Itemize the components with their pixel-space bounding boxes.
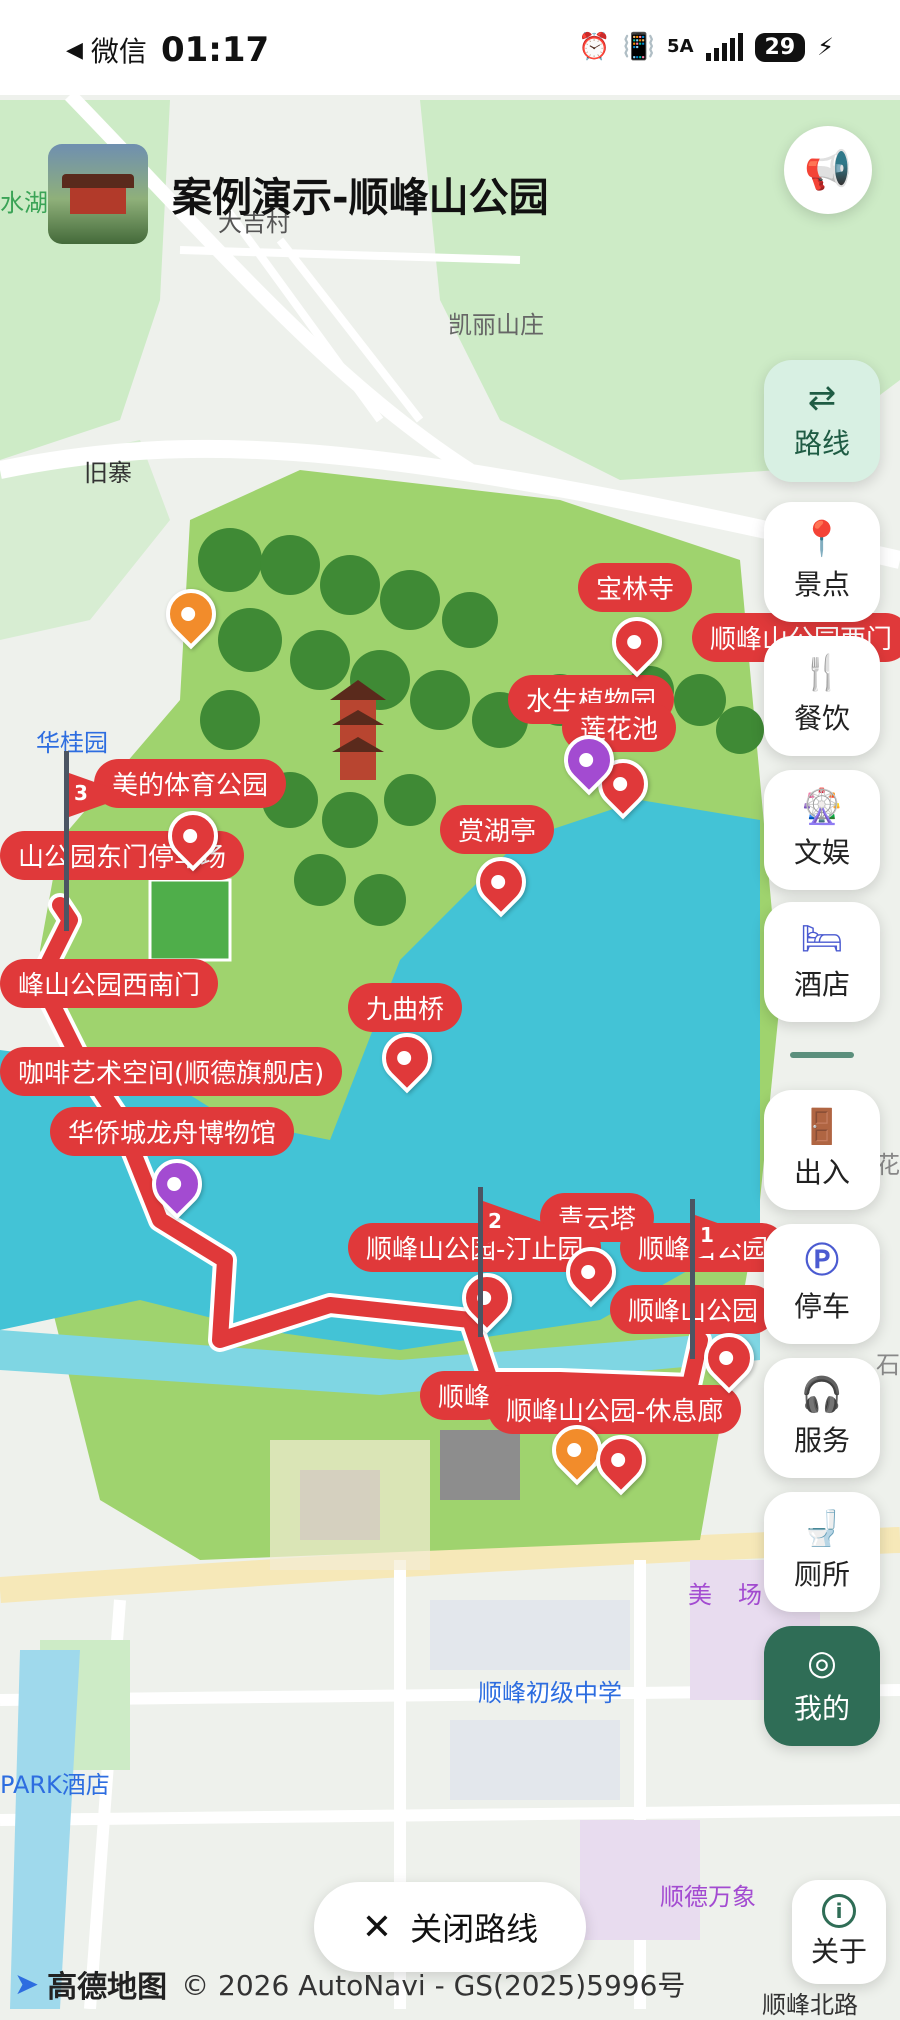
close-icon: ✕: [361, 1906, 393, 1948]
network-type: 5A: [667, 36, 694, 57]
status-bar: ◀ 微信 01:17 ⏰ 📳 5A 29 ⚡: [0, 0, 900, 95]
locate-me-icon: ◎: [807, 1643, 837, 1683]
map-attribution: ➤ 高德地图 © 2026 AutoNavi - GS(2025)5996号: [14, 1962, 685, 2006]
headset-icon: 🎧: [800, 1375, 844, 1415]
amap-arrow-icon: ➤: [14, 1966, 40, 2002]
header: 案例演示-顺峰山公园: [48, 144, 549, 244]
nav-service-label: 服务: [793, 1424, 850, 1457]
poi-label-dragonboat[interactable]: 华侨城龙舟博物馆: [50, 1107, 295, 1156]
page-title: 案例演示-顺峰山公园: [172, 175, 549, 221]
copyright-text: © 2026 AutoNavi - GS(2025)5996号: [181, 1969, 686, 2002]
back-arrow-icon[interactable]: ◀: [66, 38, 83, 63]
park-thumbnail[interactable]: [48, 144, 148, 244]
info-icon: i: [822, 1894, 856, 1928]
amap-brand-text: 高德地图: [47, 1970, 168, 2005]
poi-label-tingzhi[interactable]: 顺峰山公园-汀止园: [348, 1223, 602, 1272]
map-label-road: 顺峰北路: [762, 1991, 858, 2019]
location-pin-icon: 📍: [800, 519, 844, 559]
charging-icon: ⚡: [817, 33, 834, 61]
map-label-hotel: PARK酒店: [0, 1771, 110, 1799]
bed-icon: 🛏: [800, 919, 844, 959]
nav-route-button[interactable]: ⇄ 路线: [764, 360, 880, 482]
poi-label-cafe[interactable]: 咖啡艺术空间(顺德旗舰店): [0, 1047, 343, 1096]
nav-mine-button[interactable]: ◎ 我的: [764, 1626, 880, 1746]
map-label-shui-hu: 水湖: [0, 189, 48, 217]
route-flag-2-number: 2: [488, 1209, 502, 1233]
nav-hotel-label: 酒店: [793, 968, 850, 1001]
nav-hotel-button[interactable]: 🛏 酒店: [764, 902, 880, 1022]
nav-toilet-label: 厕所: [793, 1558, 850, 1591]
poi-label-rest[interactable]: 顺峰山公园-休息廊: [488, 1385, 742, 1434]
map-label-stone: 石: [876, 1351, 900, 1379]
nav-entrance-button[interactable]: 🚪 出入: [764, 1090, 880, 1210]
map-label-school: 顺峰初级中学: [478, 1679, 622, 1707]
toilet-icon: 🚽: [800, 1509, 844, 1549]
close-route-button[interactable]: ✕ 关闭路线: [314, 1882, 586, 1972]
nav-scenic-button[interactable]: 📍 景点: [764, 502, 880, 622]
nav-mine-label: 我的: [793, 1692, 850, 1725]
close-route-label: 关闭路线: [410, 1910, 539, 1948]
megaphone-icon: 📢: [804, 147, 852, 192]
map-label-jiu-zhai: 旧寨: [84, 459, 132, 487]
poi-label-southwest-gate[interactable]: 峰山公园西南门: [0, 959, 219, 1008]
alarm-icon: ⏰: [578, 32, 611, 62]
nav-dining-label: 餐饮: [793, 702, 850, 735]
parking-lot-2: [440, 1430, 520, 1500]
megaphone-button[interactable]: 📢: [784, 126, 872, 214]
back-app-label[interactable]: 微信: [91, 30, 147, 70]
route-icon: ⇄: [807, 378, 837, 418]
fork-knife-icon: 🍴: [800, 653, 844, 693]
battery-level: 29: [754, 32, 806, 62]
about-button[interactable]: i 关于: [792, 1880, 886, 1984]
clock: 01:17: [160, 30, 270, 70]
nav-service-button[interactable]: 🎧 服务: [764, 1358, 880, 1478]
nav-parking-button[interactable]: Ⓟ 停车: [764, 1224, 880, 1344]
nav-route-label: 路线: [793, 427, 850, 460]
nav-entertainment-label: 文娱: [793, 836, 850, 869]
about-label: 关于: [810, 1935, 867, 1968]
nav-scenic-label: 景点: [793, 568, 850, 601]
parking-icon: Ⓟ: [805, 1241, 839, 1281]
poi-label-jiuqu[interactable]: 九曲桥: [348, 983, 463, 1032]
map-label-hua-gui-yuan: 华桂园: [36, 729, 108, 757]
route-flag-1-number: 1: [700, 1223, 714, 1247]
nav-toilet-button[interactable]: 🚽 厕所: [764, 1492, 880, 1612]
nav-dining-button[interactable]: 🍴 餐饮: [764, 636, 880, 756]
route-flag-3-number: 3: [74, 781, 88, 805]
signal-icon: [705, 33, 743, 61]
nav-entrance-label: 出入: [793, 1156, 850, 1189]
map-label-mall-3: 场: [738, 1581, 762, 1609]
poi-label-shanghu[interactable]: 赏湖亭: [440, 805, 555, 854]
nav-divider: [790, 1052, 854, 1058]
amap-logo: ➤ 高德地图: [14, 1962, 167, 2006]
door-icon: 🚪: [800, 1107, 844, 1147]
map-label-kai-li: 凯丽山庄: [448, 311, 544, 339]
soccer-field: [148, 878, 232, 962]
nav-parking-label: 停车: [793, 1290, 850, 1323]
map-label-mall: 顺德万象: [660, 1883, 756, 1911]
ferris-wheel-icon: 🎡: [800, 787, 844, 827]
vibrate-icon: 📳: [622, 32, 656, 62]
poi-label-baolin[interactable]: 宝林寺: [578, 563, 693, 612]
nav-entertainment-button[interactable]: 🎡 文娱: [764, 770, 880, 890]
map-label-mall-2: 美: [688, 1581, 712, 1609]
